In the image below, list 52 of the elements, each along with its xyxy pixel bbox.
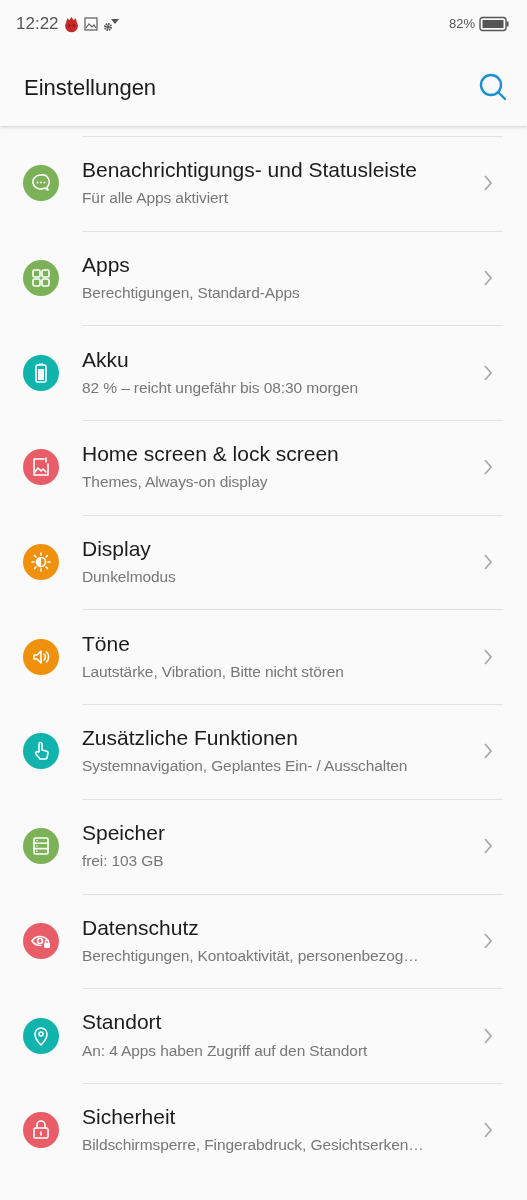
settings-item[interactable]: Home screen & lock screen Themes, Always-on display: [0, 420, 527, 515]
item-title: Zusätzliche Funktionen: [82, 725, 299, 751]
item-subtitle: Themes, Always-on display: [82, 472, 269, 493]
item-title: Apps: [82, 251, 131, 277]
item-subtitle: An: 4 Apps haben Zugriff auf den Standort: [82, 1040, 368, 1061]
item-subtitle: Berechtigungen, Standard-Apps: [82, 283, 300, 303]
settings-item[interactable]: Töne Lautstärke, Vibration, Bitte nicht stören: [0, 609, 527, 705]
item-subtitle: Systemnavigation, Geplantes Ein- / Ausschalten: [82, 756, 408, 777]
settings-item[interactable]: Display Dunkelmodus: [0, 514, 527, 610]
page-title: Einstellungen: [24, 73, 157, 102]
item-subtitle: Dunkelmodus: [82, 567, 176, 588]
item-title: Speicher: [82, 819, 165, 846]
settings-item[interactable]: Standort An: 4 Apps haben Zugriff auf den Standort: [0, 988, 527, 1083]
item-subtitle: Berechtigungen, Kontoaktivität, personenbezog…: [82, 945, 419, 966]
item-subtitle: 82 % – reicht ungefähr bis 08:30 morgen: [82, 377, 359, 398]
item-title: Display: [82, 535, 152, 562]
chevron-right-icon: [483, 174, 493, 193]
settings-item[interactable]: Datenschutz Berechtigungen, Kontoaktivität, personenbezog…: [0, 893, 527, 989]
battery-icon: [479, 16, 509, 32]
chevron-right-icon: [483, 647, 493, 666]
gear-wifi-icon: [101, 16, 119, 32]
battery-percent: 82%: [448, 15, 475, 34]
item-title: Akku: [82, 346, 130, 372]
item-title: Benachrichtigungs- und Statusleiste: [82, 157, 418, 183]
chevron-right-icon: [483, 742, 493, 761]
chevron-right-icon: [483, 269, 493, 288]
app-notification-icon: [62, 15, 80, 33]
settings-item[interactable]: Apps Berechtigungen, Standard-Apps: [0, 230, 527, 326]
item-title: Home screen & lock screen: [82, 441, 339, 467]
item-subtitle: Bildschirmsperre, Fingerabdruck, Gesichtserken…: [82, 1135, 424, 1156]
settings-item[interactable]: Speicher frei: 103 GB: [0, 798, 527, 894]
item-subtitle: frei: 103 GB: [82, 851, 165, 872]
chevron-right-icon: [483, 837, 493, 856]
chevron-right-icon: [483, 363, 493, 382]
settings-item[interactable]: Akku 82 % – reicht ungefähr bis 08:30 morgen: [0, 325, 527, 421]
item-title: Töne: [82, 630, 131, 656]
item-title: Sicherheit: [82, 1104, 177, 1130]
chevron-right-icon: [483, 458, 493, 477]
chevron-right-icon: [483, 553, 493, 572]
chevron-right-icon: [483, 1121, 493, 1140]
image-icon: [83, 17, 98, 31]
item-subtitle: Lautstärke, Vibration, Bitte nicht stören: [82, 661, 344, 682]
status-time: 12:22: [16, 13, 59, 36]
item-title: Datenschutz: [82, 914, 200, 940]
chevron-right-icon: [483, 931, 493, 950]
search-icon[interactable]: [479, 73, 507, 101]
item-title: Standort: [82, 1009, 163, 1035]
item-subtitle: Für alle Apps aktiviert: [82, 188, 229, 209]
settings-item[interactable]: Benachrichtigungs- und Statusleiste Für alle Apps aktiviert: [0, 136, 527, 231]
settings-item[interactable]: Zusätzliche Funktionen Systemnavigation, Geplantes Ein- / Ausschalten: [0, 704, 527, 799]
chevron-right-icon: [483, 1026, 493, 1045]
settings-item[interactable]: Sicherheit Bildschirmsperre, Fingerabdruck, Gesichtserken…: [0, 1082, 527, 1178]
